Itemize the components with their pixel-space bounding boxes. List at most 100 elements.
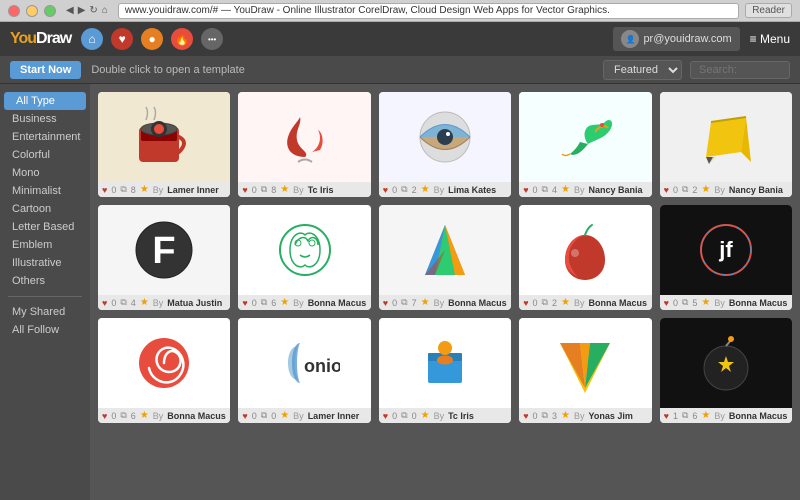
copy-count: 2 [412,185,417,195]
nav-home[interactable]: ⌂ [102,5,108,16]
card-img-bird [519,92,651,182]
card-pencil[interactable]: ♥ 0 ⧉ 2 ★ By Nancy Bania [660,92,792,197]
copy-count: 4 [131,298,136,308]
card-img-eye [379,92,511,182]
heart-count: 0 [111,298,116,308]
copy-icon: ⧉ [682,297,688,308]
reader-button[interactable]: Reader [745,3,792,18]
nav-back[interactable]: ◀ [66,5,74,16]
heart-count: 1 [673,411,678,421]
copy-count: 2 [692,185,697,195]
author-name: Matua Justin [167,298,222,308]
copy-count: 4 [552,185,557,195]
sidebar-item-letter[interactable]: Letter Based [0,218,90,236]
browser-maximize-btn[interactable] [44,5,56,17]
menu-button[interactable]: ≡ Menu [750,32,790,46]
heart-count: 0 [673,298,678,308]
heart-count: 0 [533,185,538,195]
app-logo: YouDraw [10,30,71,48]
sidebar-item-cartoon[interactable]: Cartoon [0,200,90,218]
heart-icon: ♥ [383,298,388,308]
nav-orange-icon[interactable]: ● [141,28,163,50]
author-name: Tc Iris [308,185,334,195]
browser-close-btn[interactable] [8,5,20,17]
address-bar[interactable]: www.youidraw.com/# — YouDraw - Online Il… [118,3,739,19]
card-bomb[interactable]: ♥ 1 ⧉ 6 ★ By Bonna Macus [660,318,792,423]
sidebar-item-myshared[interactable]: My Shared [0,303,90,321]
copy-count: 8 [131,185,136,195]
by-label: By [434,411,445,421]
address-text: www.youidraw.com/# — YouDraw - Online Il… [125,5,610,16]
by-label: By [574,411,585,421]
card-img-java [238,92,370,182]
nav-home-icon[interactable]: ⌂ [81,28,103,50]
toolbar-right: Featured [603,60,790,80]
star-icon: ★ [280,297,289,308]
card-book[interactable]: ♥ 0 ⧉ 0 ★ By Tc Iris [379,318,511,423]
card-spiral[interactable]: ♥ 0 ⧉ 6 ★ By Bonna Macus [98,318,230,423]
sidebar-item-entertainment[interactable]: Entertainment [0,128,90,146]
card-bird[interactable]: ♥ 0 ⧉ 4 ★ By Nancy Bania [519,92,651,197]
copy-icon: ⧉ [120,184,126,195]
card-eye[interactable]: ♥ 0 ⧉ 2 ★ By Lima Kates [379,92,511,197]
by-label: By [574,185,585,195]
sidebar-item-alltype[interactable]: All Type [4,92,86,110]
heart-icon: ♥ [102,298,107,308]
copy-icon: ⧉ [120,297,126,308]
user-info[interactable]: 👤 pr@youidraw.com [613,27,739,51]
star-icon: ★ [140,184,149,195]
sidebar-item-minimalist[interactable]: Minimalist [0,182,90,200]
sidebar-item-allfollow[interactable]: All Follow [0,321,90,339]
nav-icons: ⌂ ♥ ● 🔥 ••• [81,28,223,50]
sidebar-item-emblem[interactable]: Emblem [0,236,90,254]
card-onion[interactable]: onion ♥ 0 ⧉ 0 ★ By Lamer Inner [238,318,370,423]
user-avatar: 👤 [621,30,639,48]
nav-heart-icon[interactable]: ♥ [111,28,133,50]
nav-fire-icon[interactable]: 🔥 [171,28,193,50]
card-java[interactable]: ♥ 0 ⧉ 8 ★ By Tc Iris [238,92,370,197]
nav-refresh[interactable]: ↻ [89,5,97,16]
featured-select[interactable]: Featured [603,60,682,80]
star-icon: ★ [701,410,710,421]
by-label: By [153,298,164,308]
card-apple[interactable]: ♥ 0 ⧉ 2 ★ By Bonna Macus [519,205,651,310]
card-img-spiral [98,318,230,408]
heart-icon: ♥ [102,185,107,195]
heart-count: 0 [111,411,116,421]
star-icon: ★ [701,297,710,308]
by-label: By [714,185,725,195]
heart-count: 0 [252,185,257,195]
svg-text:jf: jf [718,237,733,262]
card-v-logo[interactable]: ♥ 0 ⧉ 3 ★ By Yonas Jim [519,318,651,423]
star-icon: ★ [421,410,430,421]
card-triangle[interactable]: ♥ 0 ⧉ 7 ★ By Bonna Macus [379,205,511,310]
copy-icon: ⧉ [120,410,126,421]
start-now-button[interactable]: Start Now [10,61,81,79]
author-name: Nancy Bania [588,185,642,195]
nav-forward[interactable]: ▶ [78,5,86,16]
browser-chrome: ◀ ▶ ↻ ⌂ www.youidraw.com/# — YouDraw - O… [0,0,800,22]
sidebar-item-others[interactable]: Others [0,272,90,290]
copy-icon: ⧉ [542,297,548,308]
card-f-logo[interactable]: F ♥ 0 ⧉ 4 ★ By Matua Justin [98,205,230,310]
card-coffee[interactable]: ♥ 0 ⧉ 8 ★ By Lamer Inner [98,92,230,197]
card-brain[interactable]: ♥ 0 ⧉ 6 ★ By Bonna Macus [238,205,370,310]
browser-minimize-btn[interactable] [26,5,38,17]
author-name: Yonas Jim [588,411,632,421]
copy-count: 0 [412,411,417,421]
author-name: Bonna Macus [729,411,788,421]
nav-dots-icon[interactable]: ••• [201,28,223,50]
copy-count: 0 [271,411,276,421]
card-img-apple [519,205,651,295]
card-img-jf: jf [660,205,792,295]
search-input[interactable] [690,61,790,79]
copy-icon: ⧉ [682,184,688,195]
sidebar-item-business[interactable]: Business [0,110,90,128]
card-img-triangle [379,205,511,295]
sidebar-item-colorful[interactable]: Colorful [0,146,90,164]
card-footer-triangle: ♥ 0 ⧉ 7 ★ By Bonna Macus [379,295,511,310]
heart-count: 0 [252,411,257,421]
sidebar-item-mono[interactable]: Mono [0,164,90,182]
sidebar-item-illustrative[interactable]: Illustrative [0,254,90,272]
card-jf[interactable]: jf ♥ 0 ⧉ 5 ★ By Bonna Macus [660,205,792,310]
